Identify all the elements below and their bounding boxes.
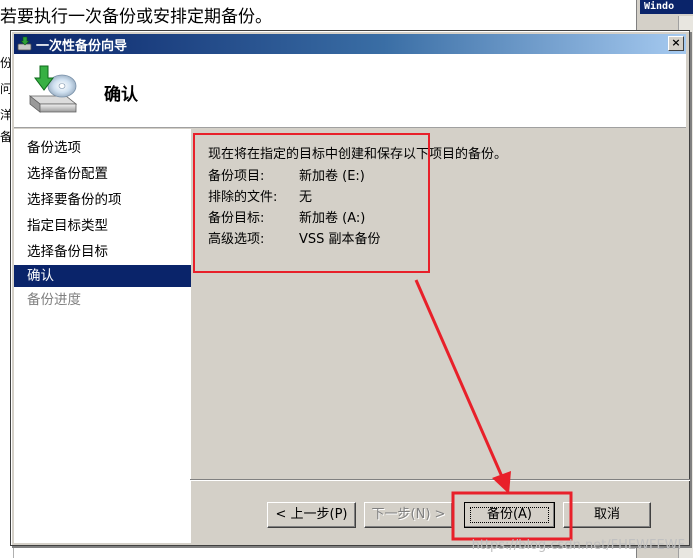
dialog-title: 一次性备份向导 bbox=[36, 38, 128, 54]
backup-disk-icon bbox=[26, 62, 82, 118]
cancel-button[interactable]: 取消 bbox=[563, 502, 651, 528]
step-backup-options[interactable]: 备份选项 bbox=[14, 135, 191, 161]
dialog-titlebar[interactable]: 一次性备份向导 × bbox=[14, 34, 686, 54]
close-button[interactable]: × bbox=[668, 36, 684, 51]
step-backup-progress: 备份进度 bbox=[27, 292, 81, 308]
backup-wizard-icon bbox=[17, 36, 33, 52]
background-right-title: Windo bbox=[640, 0, 693, 14]
step-confirmation[interactable]: 确认 bbox=[14, 265, 191, 287]
wizard-step-list: 备份选项 选择备份配置 选择要备份的项 指定目标类型 选择备份目标 确认 备份进… bbox=[14, 129, 191, 543]
step-destination-type[interactable]: 指定目标类型 bbox=[14, 213, 191, 239]
annotation-highlight-summary bbox=[193, 133, 430, 273]
backup-wizard-dialog: 一次性备份向导 × 确认 备份选项 选择备份配置 选择要备份的项 指定目标类型 … bbox=[10, 30, 690, 546]
watermark-text: https://blog.csdn.net/FHEWFEWF bbox=[471, 538, 685, 553]
next-button: 下一步(N) > bbox=[364, 502, 453, 528]
step-select-destination[interactable]: 选择备份目标 bbox=[14, 239, 191, 265]
backup-button[interactable]: 备份(A) bbox=[464, 502, 555, 528]
button-bar-divider bbox=[190, 479, 690, 481]
step-select-backup-config[interactable]: 选择备份配置 bbox=[14, 161, 191, 187]
background-instruction-text: 若要执行一次备份或安排定期备份。 bbox=[0, 7, 272, 27]
back-button[interactable]: < 上一步(P) bbox=[267, 502, 356, 528]
step-select-items[interactable]: 选择要备份的项 bbox=[14, 187, 191, 213]
backup-button-label: 备份(A) bbox=[486, 507, 533, 522]
wizard-header: 确认 bbox=[14, 54, 686, 128]
wizard-step-title: 确认 bbox=[104, 85, 138, 105]
